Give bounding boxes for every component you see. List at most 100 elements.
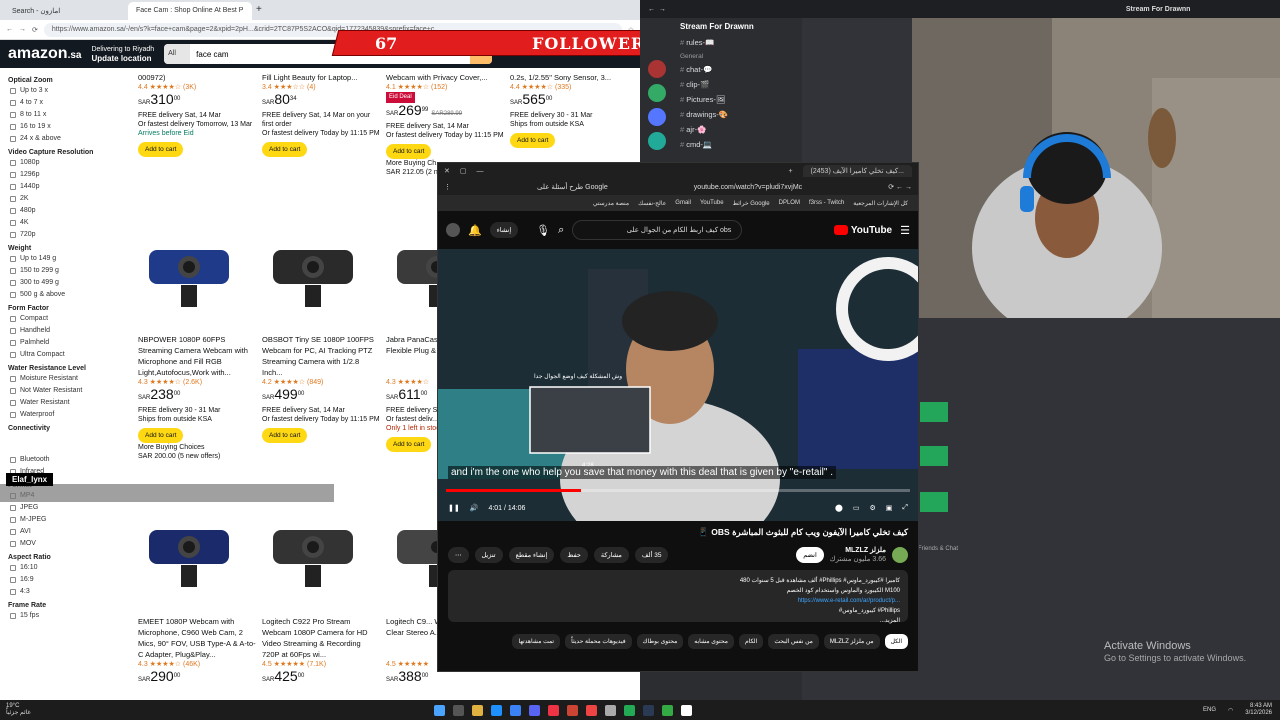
channel-category[interactable]: General (680, 53, 802, 60)
yt-search-input[interactable]: كيف اربط الكام من الجوال على obs (572, 220, 743, 240)
file-explorer-icon[interactable] (472, 704, 483, 716)
progress-bar[interactable] (446, 489, 910, 492)
green-button[interactable] (920, 446, 948, 466)
channel-item[interactable]: rules-📖 (686, 38, 714, 47)
checkbox[interactable] (10, 339, 16, 346)
product-title[interactable]: EMEET 1080P Webcam with Microphone, C960… (138, 616, 256, 660)
filter-option[interactable]: AVI (10, 528, 118, 535)
bookmark-item[interactable]: Google خرائط (733, 200, 770, 207)
autoplay-toggle[interactable]: ⬤ (835, 504, 843, 512)
maximize-icon[interactable]: ▢ (460, 167, 467, 175)
checkbox[interactable] (10, 588, 16, 595)
reload-icon[interactable]: ⟳ (32, 26, 38, 34)
checkbox[interactable] (10, 99, 16, 106)
product-rating[interactable]: 4.1 ★★★★☆ (152) (386, 83, 504, 92)
menu-icon[interactable]: ⋮ (444, 183, 451, 191)
add-to-cart-button[interactable]: Add to cart (262, 142, 308, 157)
chrome-icon[interactable] (548, 704, 559, 716)
youtube-logo[interactable]: YouTube (833, 225, 892, 236)
checkbox[interactable] (10, 516, 16, 523)
filter-option[interactable]: 500 g & above (10, 291, 118, 298)
checkbox[interactable] (10, 231, 16, 238)
minimize-icon[interactable]: — (477, 168, 484, 175)
checkbox[interactable] (10, 207, 16, 214)
video-player[interactable]: وش المشكلة كيف اوضع الجوال جدا 4:28 and … (438, 249, 918, 521)
app-icon[interactable] (567, 704, 578, 716)
filter-option[interactable]: 2K (10, 195, 118, 202)
wifi-icon[interactable]: ◠ (1228, 707, 1233, 714)
edge-icon[interactable] (491, 704, 502, 716)
filter-option[interactable]: Water Resistant (10, 399, 118, 406)
checkbox[interactable] (10, 195, 16, 202)
browser-tab-search[interactable]: Search - امازون (4, 2, 128, 20)
checkbox[interactable] (10, 291, 16, 298)
product-title[interactable]: OBSBOT Tiny SE 1080P 100FPS Webcam for P… (262, 334, 380, 378)
filter-option[interactable]: Waterproof (10, 411, 118, 418)
filter-chip[interactable]: تمت مشاهدتها (512, 634, 561, 649)
steam-icon[interactable] (643, 704, 654, 716)
pause-icon[interactable]: ❚❚ (448, 504, 460, 512)
amazon-logo[interactable]: amazon.sa (8, 45, 81, 63)
google-search-pill[interactable]: طرح أسئلة على Google (537, 183, 608, 191)
clip-button[interactable]: إنشاء مقطع (508, 547, 555, 563)
filter-chip[interactable]: محتوى بوطاك (636, 634, 684, 649)
filter-option[interactable]: Handheld (10, 327, 118, 334)
hamburger-icon[interactable]: ☰ (900, 224, 910, 237)
settings-icon[interactable]: ⚙ (869, 504, 875, 512)
channel-item[interactable]: Pictures-🖼 (686, 95, 725, 104)
notifications-icon[interactable]: 🔔 (468, 224, 482, 237)
product-title[interactable]: 0.2s, 1/2.55" Sony Sensor, 3... (510, 72, 628, 83)
like-button[interactable]: 35 ألف (634, 547, 669, 563)
filter-option[interactable]: Moisture Resistant (10, 375, 118, 382)
checkbox[interactable] (10, 387, 16, 394)
checkbox[interactable] (10, 219, 16, 226)
filter-option[interactable]: 4 to 7 x (10, 99, 118, 106)
filter-option[interactable]: 4K (10, 219, 118, 226)
checkbox[interactable] (10, 135, 16, 142)
back-icon[interactable]: ← → (648, 6, 666, 13)
save-button[interactable]: حفظ (560, 547, 588, 563)
filter-option[interactable]: Ultra Compact (10, 351, 118, 358)
filter-chip[interactable]: فيديوهات محملة حديثاً (565, 634, 632, 649)
filter-option[interactable]: Not Water Resistant (10, 387, 118, 394)
fullscreen-icon[interactable]: ⤢ (902, 504, 908, 512)
filter-option[interactable]: 24 x & above (10, 135, 118, 142)
filter-option[interactable]: 15 fps (10, 612, 118, 619)
server-icon[interactable] (648, 84, 666, 102)
product-title[interactable]: Webcam with Privacy Cover,... (386, 72, 504, 83)
filter-option[interactable]: 1080p (10, 159, 118, 166)
product-image[interactable] (134, 500, 244, 600)
add-to-cart-button[interactable]: Add to cart (138, 428, 184, 443)
checkbox[interactable] (10, 411, 16, 418)
subtitles-icon[interactable]: ▭ (853, 504, 860, 512)
add-to-cart-button[interactable]: Add to cart (386, 437, 432, 452)
filter-chip[interactable]: الكام (738, 634, 764, 649)
bookmark-item[interactable]: منصة مدرستي (593, 200, 629, 207)
green-button[interactable] (920, 492, 948, 512)
product-image[interactable] (258, 220, 368, 320)
add-to-cart-button[interactable]: Add to cart (262, 428, 308, 443)
bookmark-item[interactable]: f3rss - Twitch (809, 200, 844, 206)
deliver-location[interactable]: Delivering to Riyadh Update location (91, 45, 154, 64)
checkbox[interactable] (10, 576, 16, 583)
desc-link[interactable]: https://www.e-retail.com/ar/product/p... (798, 598, 900, 604)
channel-item[interactable]: drawings-🎨 (686, 110, 728, 119)
language-indicator[interactable]: ENG (1203, 707, 1216, 713)
more-offers[interactable]: SAR 200.00 (5 new offers) (138, 452, 256, 461)
obs-icon[interactable] (681, 704, 692, 716)
create-button[interactable]: إنشاء (489, 222, 519, 238)
checkbox[interactable] (10, 456, 16, 463)
filter-chip[interactable]: محتوى مشابه (688, 634, 734, 649)
clock[interactable]: 8:43 AM 3/12/2026 (1245, 703, 1272, 717)
more-buying-choices[interactable]: More Buying Choices (138, 443, 256, 452)
product-title[interactable]: NBPOWER 1080P 60FPS Streaming Camera Web… (138, 334, 256, 378)
checkbox[interactable] (10, 111, 16, 118)
checkbox[interactable] (10, 375, 16, 382)
filter-option[interactable]: 16 to 19 x (10, 123, 118, 130)
filter-option[interactable]: 4:3 (10, 588, 118, 595)
channel-item[interactable]: ajr-🌸 (686, 125, 706, 134)
filter-option[interactable]: 16:9 (10, 576, 118, 583)
filter-option[interactable]: M-JPEG (10, 516, 118, 523)
filter-option[interactable]: 150 to 299 g (10, 267, 118, 274)
download-button[interactable]: تنزيل (474, 547, 503, 563)
